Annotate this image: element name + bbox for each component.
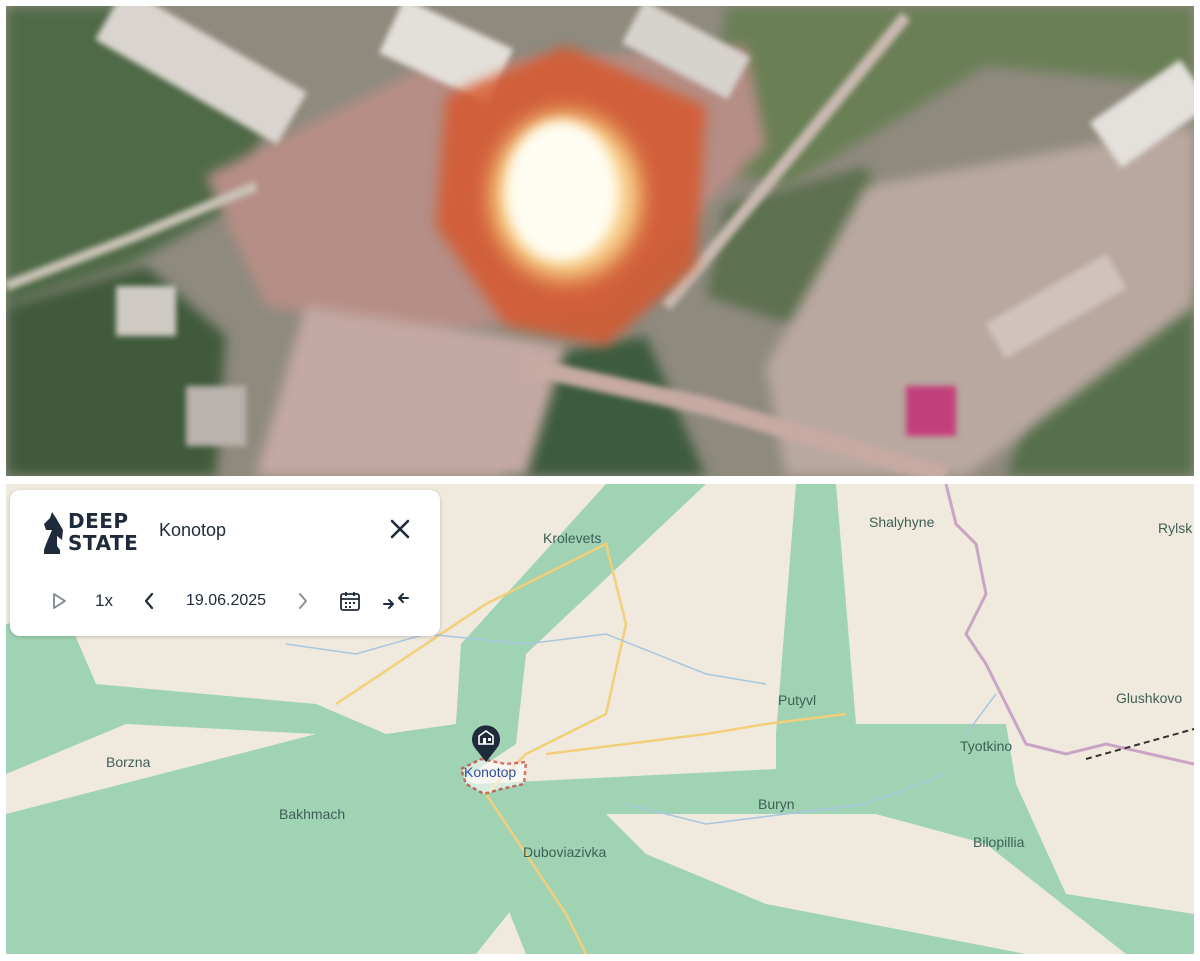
place-label: Bakhmach: [279, 806, 346, 822]
place-label: Putyvl: [778, 692, 817, 708]
knight-chess-piece-icon: [44, 512, 63, 554]
location-title: Konotop: [159, 520, 227, 540]
place-label: Shalyhyne: [869, 514, 935, 530]
place-label: Tyotkino: [960, 738, 1013, 754]
play-icon: [53, 593, 66, 609]
satellite-image: [6, 6, 1194, 476]
collapse-arrows-icon: [383, 593, 409, 609]
close-button[interactable]: [387, 516, 413, 542]
place-label: Buryn: [758, 796, 795, 812]
close-icon: [390, 519, 410, 539]
play-button[interactable]: [46, 586, 72, 616]
map-view[interactable]: Krolevets Shalyhyne Rylsk Putyvl Glushko…: [6, 484, 1194, 954]
building-marker-icon[interactable]: [469, 720, 503, 764]
speed-button[interactable]: 1x: [88, 586, 120, 616]
place-label-konotop: Konotop: [464, 764, 517, 780]
next-day-button[interactable]: [292, 586, 314, 616]
playback-controls: 1x 19.06.2025: [10, 586, 440, 616]
chevron-right-icon: [299, 593, 307, 609]
place-label: Glushkovo: [1116, 690, 1183, 706]
deepstate-wordmark: DEEP STATE: [68, 509, 139, 555]
place-label: Borzna: [106, 754, 151, 770]
prev-day-button[interactable]: [138, 586, 160, 616]
place-label: Dubovіazivka: [523, 844, 607, 860]
place-label: Krolevets: [543, 530, 602, 546]
current-date[interactable]: 19.06.2025: [172, 586, 280, 616]
deepstate-info-card: DEEP STATE Konotop 1x 19.06.2025: [10, 490, 440, 636]
calendar-icon: [340, 592, 360, 611]
place-label: Bilopillia: [973, 834, 1025, 850]
place-label: Rylsk: [1158, 520, 1193, 536]
calendar-button[interactable]: [336, 586, 364, 616]
chevron-left-icon: [144, 592, 154, 610]
deepstate-logo: DEEP STATE: [40, 508, 150, 558]
satellite-scene: [6, 6, 1194, 476]
collapse-button[interactable]: [380, 586, 412, 616]
